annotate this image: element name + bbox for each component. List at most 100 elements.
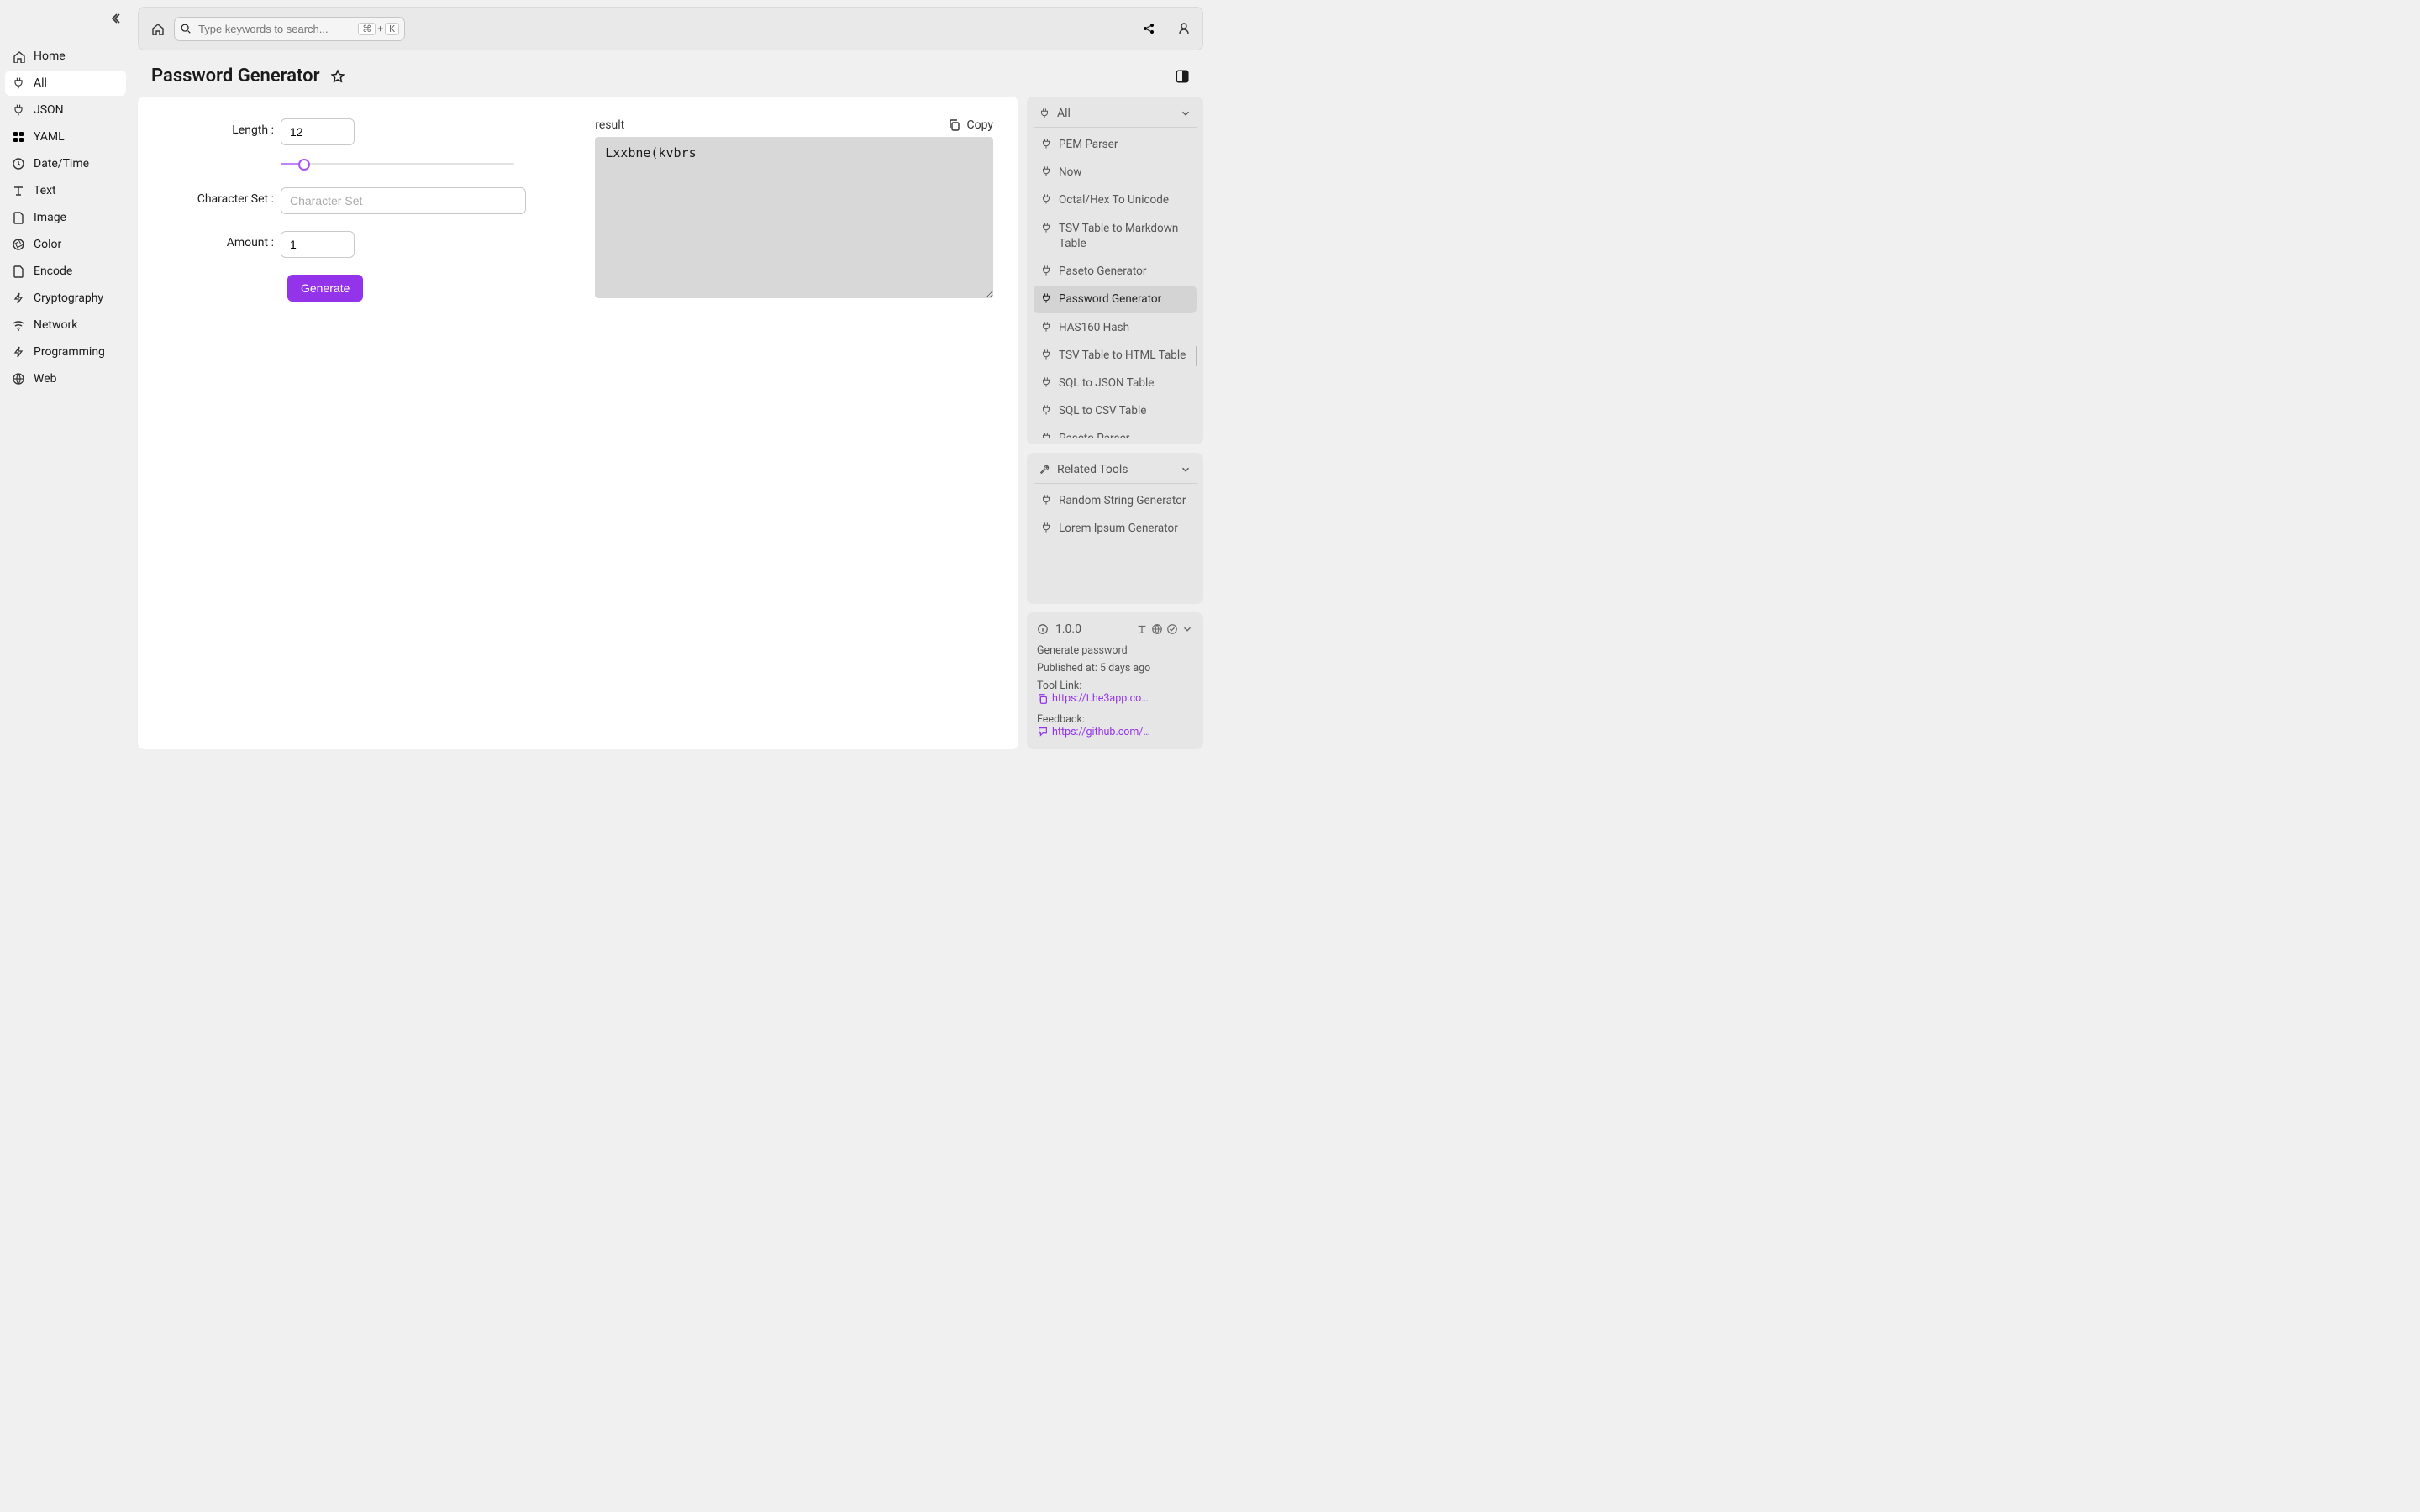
home-icon <box>12 50 25 63</box>
plug-icon <box>12 103 25 117</box>
tool-item-password-generator[interactable]: Password Generator <box>1034 286 1197 312</box>
copy-icon <box>1037 693 1049 705</box>
sidebar-item-color[interactable]: Color <box>5 232 126 257</box>
all-panel-collapse[interactable] <box>1180 108 1192 119</box>
tool-link-label: Tool Link: <box>1037 680 1081 692</box>
plug-icon <box>1040 494 1052 506</box>
tool-item-octal-hex-to-unicode[interactable]: Octal/Hex To Unicode <box>1034 186 1197 213</box>
sidebar-item-programming[interactable]: Programming <box>5 339 126 365</box>
plug-icon <box>1040 138 1052 150</box>
plug-icon <box>1040 321 1052 333</box>
topbar: ⌘ + K <box>138 7 1203 50</box>
sidebar-item-text[interactable]: Text <box>5 178 126 203</box>
chevron-down-icon <box>1180 108 1192 119</box>
grid-icon <box>12 130 25 144</box>
text-icon <box>12 184 25 197</box>
all-panel-title: All <box>1057 107 1071 120</box>
sidebar-item-home[interactable]: Home <box>5 44 126 69</box>
home-button[interactable] <box>150 22 164 35</box>
scrollbar[interactable] <box>1196 345 1197 367</box>
plug-icon <box>1040 222 1052 234</box>
sidebar-item-yaml[interactable]: YAML <box>5 124 126 150</box>
tool-item-has160-hash[interactable]: HAS160 Hash <box>1034 314 1197 341</box>
related-item-label: Lorem Ipsum Generator <box>1059 521 1178 536</box>
sidebar-item-cryptography[interactable]: Cryptography <box>5 286 126 311</box>
file-icon <box>12 265 25 278</box>
page-title: Password Generator <box>151 66 320 87</box>
sidebar-item-label: All <box>34 76 47 90</box>
tool-item-sql-to-json-table[interactable]: SQL to JSON Table <box>1034 370 1197 396</box>
amount-input[interactable] <box>281 231 355 258</box>
info-icon <box>1037 623 1049 635</box>
length-slider-thumb[interactable] <box>298 159 310 171</box>
sidebar-item-label: Programming <box>34 345 105 359</box>
charset-input[interactable] <box>281 187 526 214</box>
account-button[interactable] <box>1177 22 1191 35</box>
related-item-random-string-generator[interactable]: Random String Generator <box>1034 487 1197 514</box>
sidebar-item-date-time[interactable]: Date/Time <box>5 151 126 176</box>
tool-item-label: SQL to CSV Table <box>1059 403 1146 418</box>
plug-icon <box>1040 432 1052 438</box>
tool-item-sql-to-csv-table[interactable]: SQL to CSV Table <box>1034 397 1197 424</box>
tool-item-pem-parser[interactable]: PEM Parser <box>1034 131 1197 158</box>
plug-icon <box>1040 522 1052 533</box>
sidebar-item-label: Text <box>34 184 56 197</box>
sidebar-item-network[interactable]: Network <box>5 312 126 338</box>
sidebar-item-label: YAML <box>34 130 65 144</box>
tool-item-now[interactable]: Now <box>1034 159 1197 186</box>
result-output[interactable]: Lxxbne(kvbrs <box>595 137 993 298</box>
feedback-label: Feedback: <box>1037 713 1085 726</box>
favorite-button[interactable] <box>330 69 345 84</box>
length-input[interactable] <box>281 118 355 145</box>
file-icon <box>12 211 25 224</box>
info-panel: 1.0.0 Generate password Published at: <box>1027 612 1203 749</box>
text-icon[interactable] <box>1136 623 1148 635</box>
charset-label: Character Set <box>197 192 268 206</box>
plug-icon <box>1039 108 1050 119</box>
panel-icon <box>1175 69 1190 84</box>
share-button[interactable] <box>1142 22 1155 35</box>
plug-icon <box>1040 265 1052 276</box>
related-item-lorem-ipsum-generator[interactable]: Lorem Ipsum Generator <box>1034 515 1197 542</box>
tool-item-label: SQL to JSON Table <box>1059 375 1154 391</box>
published-label: Published at: <box>1037 662 1097 675</box>
home-icon <box>150 22 164 35</box>
search-input[interactable] <box>198 23 351 35</box>
tool-item-tsv-table-to-markdown-table[interactable]: TSV Table to Markdown Table <box>1034 215 1197 257</box>
globe-icon[interactable] <box>1151 623 1163 635</box>
copy-button[interactable]: Copy <box>948 118 993 132</box>
tool-item-paseto-parser[interactable]: Paseto Parser <box>1034 425 1197 438</box>
amount-label: Amount <box>227 236 268 249</box>
sidebar-item-label: Image <box>34 211 66 224</box>
feedback-link[interactable]: https://github.com/… <box>1037 726 1150 738</box>
tool-link[interactable]: https://t.he3app.co… <box>1037 692 1149 705</box>
plug-icon <box>1040 349 1052 360</box>
sidebar-item-json[interactable]: JSON <box>5 97 126 123</box>
chevron-down-icon[interactable] <box>1181 623 1193 635</box>
tool-item-paseto-generator[interactable]: Paseto Generator <box>1034 258 1197 285</box>
star-icon <box>330 69 345 84</box>
copy-icon <box>948 118 961 132</box>
plug-icon <box>1040 404 1052 416</box>
plug-icon <box>1040 165 1052 177</box>
check-icon[interactable] <box>1166 623 1178 635</box>
related-panel-collapse[interactable] <box>1180 464 1192 475</box>
sidebar-item-web[interactable]: Web <box>5 366 126 391</box>
sidebar-item-label: Home <box>34 50 66 63</box>
sidebar-item-all[interactable]: All <box>5 71 126 96</box>
tool-item-label: TSV Table to Markdown Table <box>1059 221 1190 251</box>
generate-button[interactable]: Generate <box>287 275 363 302</box>
tool-item-tsv-table-to-html-table[interactable]: TSV Table to HTML Table <box>1034 342 1197 369</box>
aperture-icon <box>12 238 25 251</box>
sidebar-item-label: Web <box>34 372 57 386</box>
sidebar-item-image[interactable]: Image <box>5 205 126 230</box>
length-slider[interactable] <box>281 157 514 171</box>
sidebar-collapse-button[interactable] <box>111 12 124 25</box>
sidebar-item-encode[interactable]: Encode <box>5 259 126 284</box>
sidebar-item-label: JSON <box>34 103 64 117</box>
toggle-right-panel-button[interactable] <box>1175 69 1190 84</box>
sidebar-item-label: Encode <box>34 265 72 278</box>
bolt-icon <box>12 345 25 359</box>
search-box[interactable]: ⌘ + K <box>174 17 405 41</box>
sidebar-item-label: Cryptography <box>34 291 103 305</box>
